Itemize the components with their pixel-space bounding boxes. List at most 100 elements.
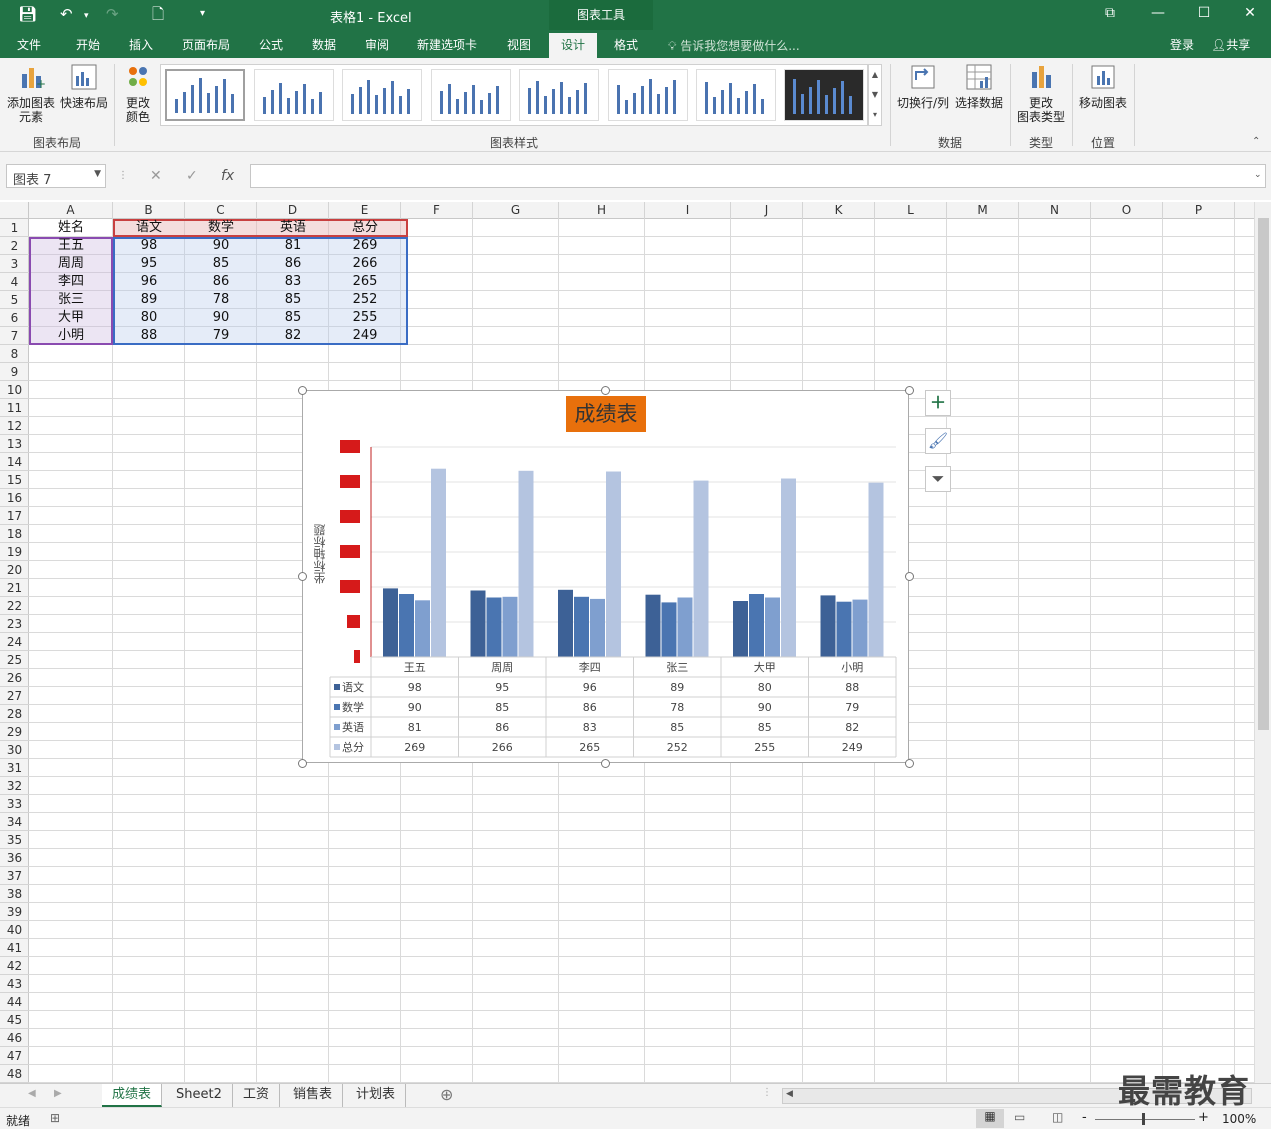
enter-icon[interactable]: ✓ bbox=[186, 168, 198, 184]
tab-view[interactable]: 视图 bbox=[507, 36, 531, 53]
row-header-1[interactable]: 1 bbox=[0, 219, 29, 237]
add-chart-element-button[interactable]: + 添加图表 元素 bbox=[4, 62, 58, 124]
row-header-26[interactable]: 26 bbox=[0, 669, 29, 687]
row-header-28[interactable]: 28 bbox=[0, 705, 29, 723]
login-link[interactable]: 登录 bbox=[1170, 36, 1194, 53]
column-header-j[interactable]: J bbox=[731, 202, 803, 219]
tab-new[interactable]: 新建选项卡 bbox=[417, 36, 477, 53]
collapse-ribbon-icon[interactable]: ⌃ bbox=[1252, 136, 1260, 147]
redo-icon[interactable]: ↷ bbox=[106, 4, 119, 24]
sheet-tab-plan[interactable]: 计划表 bbox=[346, 1084, 407, 1107]
row-header-25[interactable]: 25 bbox=[0, 651, 29, 669]
row-header-2[interactable]: 2 bbox=[0, 237, 29, 255]
tab-review[interactable]: 审阅 bbox=[365, 36, 389, 53]
table-cell[interactable]: 86 bbox=[257, 255, 329, 273]
row-header-37[interactable]: 37 bbox=[0, 867, 29, 885]
tab-formulas[interactable]: 公式 bbox=[259, 36, 283, 53]
tab-split-icon[interactable]: ⋮ bbox=[762, 1087, 772, 1098]
insert-function-icon[interactable]: fx bbox=[221, 168, 234, 184]
row-header-19[interactable]: 19 bbox=[0, 543, 29, 561]
column-header-l[interactable]: L bbox=[875, 202, 947, 219]
scroll-right-icon[interactable]: ▶ bbox=[54, 1088, 62, 1099]
sheet-tab-scores[interactable]: 成绩表 bbox=[102, 1084, 163, 1107]
row-header-3[interactable]: 3 bbox=[0, 255, 29, 273]
column-header-p[interactable]: P bbox=[1163, 202, 1235, 219]
page-break-view-icon[interactable]: ◫ bbox=[1052, 1110, 1063, 1124]
row-header-45[interactable]: 45 bbox=[0, 1011, 29, 1029]
row-header-15[interactable]: 15 bbox=[0, 471, 29, 489]
column-header-n[interactable]: N bbox=[1019, 202, 1091, 219]
table-cell[interactable]: 255 bbox=[329, 309, 401, 327]
zoom-slider-thumb[interactable] bbox=[1142, 1113, 1145, 1125]
row-header-32[interactable]: 32 bbox=[0, 777, 29, 795]
chart-styles-gallery[interactable] bbox=[160, 64, 868, 126]
vertical-scrollbar[interactable] bbox=[1254, 202, 1271, 1083]
row-header-16[interactable]: 16 bbox=[0, 489, 29, 507]
column-header-h[interactable]: H bbox=[559, 202, 645, 219]
row-header-10[interactable]: 10 bbox=[0, 381, 29, 399]
change-chart-type-button[interactable]: 更改 图表类型 bbox=[1014, 62, 1068, 124]
column-header-c[interactable]: C bbox=[185, 202, 257, 219]
row-header-8[interactable]: 8 bbox=[0, 345, 29, 363]
undo-icon[interactable]: ↶ bbox=[60, 4, 73, 24]
save-icon[interactable]: 💾︎ bbox=[18, 4, 37, 24]
resize-handle[interactable] bbox=[601, 386, 610, 395]
row-header-14[interactable]: 14 bbox=[0, 453, 29, 471]
new-file-icon[interactable]: 🗋︎ bbox=[152, 4, 164, 24]
table-cell[interactable]: 90 bbox=[185, 237, 257, 255]
zoom-in-button[interactable]: + bbox=[1198, 1110, 1209, 1125]
table-cell[interactable]: 90 bbox=[185, 309, 257, 327]
table-cell[interactable]: 李四 bbox=[29, 273, 113, 291]
row-header-46[interactable]: 46 bbox=[0, 1029, 29, 1047]
resize-handle[interactable] bbox=[905, 572, 914, 581]
resize-handle[interactable] bbox=[298, 572, 307, 581]
table-cell[interactable]: 85 bbox=[257, 291, 329, 309]
row-header-4[interactable]: 4 bbox=[0, 273, 29, 291]
gallery-up-icon[interactable]: ▲ bbox=[869, 65, 881, 85]
row-header-38[interactable]: 38 bbox=[0, 885, 29, 903]
resize-handle[interactable] bbox=[298, 386, 307, 395]
share-button[interactable]: 👤︎共享 bbox=[1211, 36, 1250, 53]
chart-style-thumb[interactable] bbox=[784, 69, 864, 121]
change-colors-button[interactable]: 更改 颜色 bbox=[118, 62, 158, 124]
row-header-12[interactable]: 12 bbox=[0, 417, 29, 435]
chart-style-thumb[interactable] bbox=[608, 69, 688, 121]
row-header-47[interactable]: 47 bbox=[0, 1047, 29, 1065]
row-header-7[interactable]: 7 bbox=[0, 327, 29, 345]
vertical-scroll-thumb[interactable] bbox=[1258, 218, 1269, 730]
table-cell[interactable]: 86 bbox=[185, 273, 257, 291]
row-header-6[interactable]: 6 bbox=[0, 309, 29, 327]
column-header-o[interactable]: O bbox=[1091, 202, 1163, 219]
row-header-36[interactable]: 36 bbox=[0, 849, 29, 867]
chart-style-thumb[interactable] bbox=[165, 69, 245, 121]
row-header-48[interactable]: 48 bbox=[0, 1065, 29, 1083]
row-header-35[interactable]: 35 bbox=[0, 831, 29, 849]
column-header-e[interactable]: E bbox=[329, 202, 401, 219]
table-cell[interactable]: 98 bbox=[113, 237, 185, 255]
row-header-5[interactable]: 5 bbox=[0, 291, 29, 309]
table-cell[interactable]: 85 bbox=[185, 255, 257, 273]
name-box-dropdown-icon[interactable]: ▼ bbox=[94, 169, 101, 179]
table-cell[interactable]: 82 bbox=[257, 327, 329, 345]
table-cell[interactable]: 269 bbox=[329, 237, 401, 255]
cancel-icon[interactable]: ✕ bbox=[150, 168, 162, 184]
macro-record-icon[interactable]: ⊞ bbox=[50, 1111, 60, 1125]
table-cell[interactable]: 王五 bbox=[29, 237, 113, 255]
maximize-icon[interactable]: ☐ bbox=[1189, 5, 1219, 21]
chart-style-thumb[interactable] bbox=[342, 69, 422, 121]
scroll-left-icon[interactable]: ◀ bbox=[28, 1088, 36, 1099]
table-cell[interactable]: 83 bbox=[257, 273, 329, 291]
row-header-43[interactable]: 43 bbox=[0, 975, 29, 993]
chart-style-thumb[interactable] bbox=[254, 69, 334, 121]
add-sheet-icon[interactable]: ⊕ bbox=[440, 1085, 453, 1104]
header-cell[interactable]: 数学 bbox=[185, 219, 257, 237]
header-cell[interactable]: 英语 bbox=[257, 219, 329, 237]
sheet-tab-sales[interactable]: 销售表 bbox=[283, 1084, 344, 1107]
filter-icon[interactable]: ⏷ bbox=[925, 466, 951, 492]
table-cell[interactable]: 78 bbox=[185, 291, 257, 309]
header-cell[interactable]: 总分 bbox=[329, 219, 401, 237]
customize-quick-access-icon[interactable]: ▾ bbox=[200, 4, 205, 24]
row-header-30[interactable]: 30 bbox=[0, 741, 29, 759]
table-cell[interactable]: 大甲 bbox=[29, 309, 113, 327]
table-cell[interactable]: 249 bbox=[329, 327, 401, 345]
